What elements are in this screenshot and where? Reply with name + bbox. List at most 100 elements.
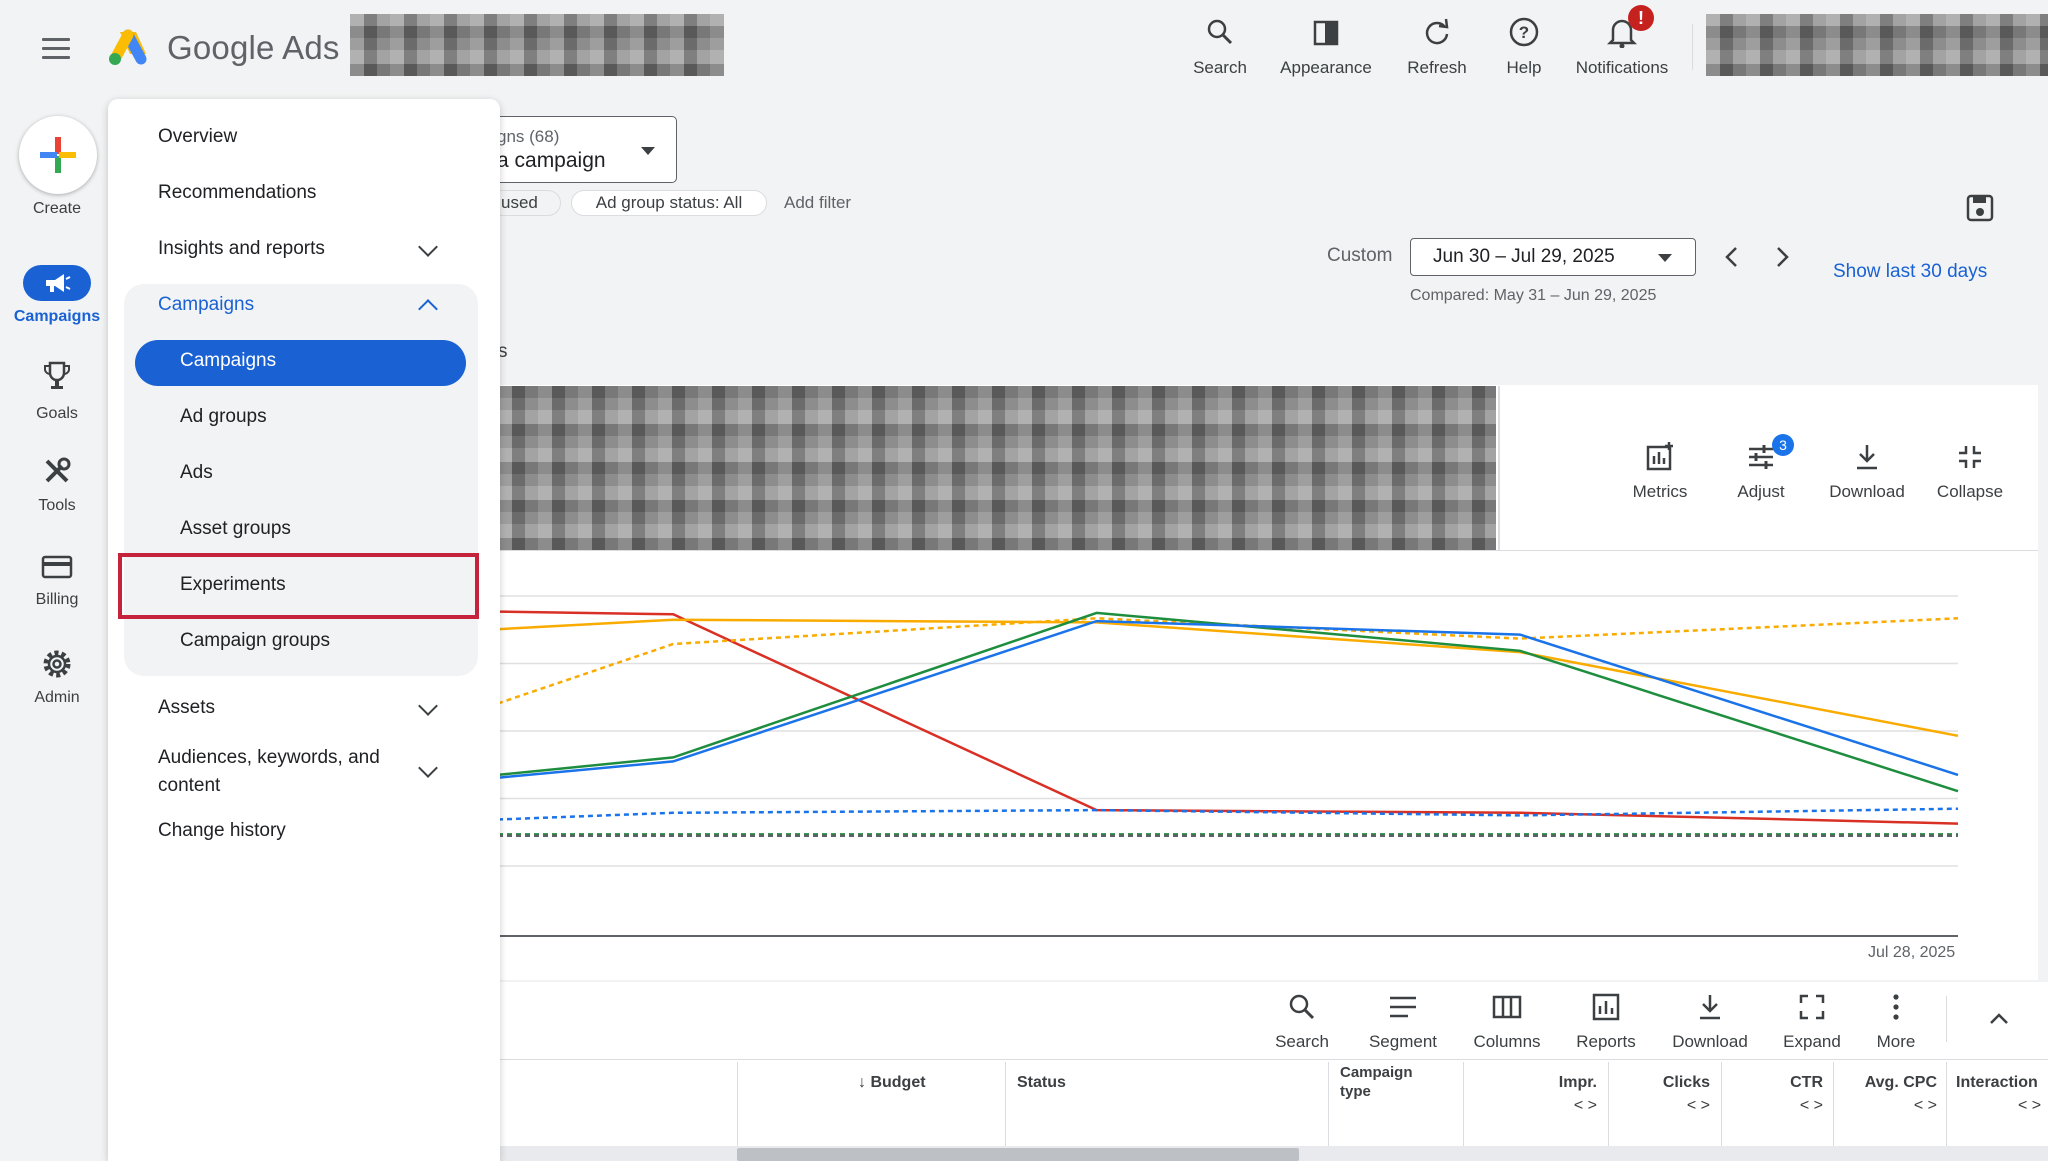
svg-text:?: ? [1519, 23, 1529, 42]
notifications-icon [1566, 14, 1678, 50]
rail-campaigns-label[interactable]: Campaigns [0, 308, 114, 326]
column-header-budget[interactable]: ↓ Budget [858, 1073, 926, 1092]
rail-admin[interactable]: Admin [0, 648, 114, 707]
refresh-label: Refresh [1407, 58, 1467, 77]
menu-item-assets[interactable]: Assets [158, 697, 215, 719]
download-icon [1824, 440, 1910, 474]
column-header-interaction[interactable]: Interaction < > [1956, 1073, 2048, 1115]
gear-icon [43, 650, 71, 678]
add-filter-link[interactable]: Add filter [784, 193, 851, 213]
menu-item-overview[interactable]: Overview [158, 126, 237, 148]
ctr-label: CTR [1790, 1074, 1823, 1091]
table-download-label: Download [1672, 1032, 1748, 1051]
collapse-table-icon[interactable] [1988, 1010, 2010, 1031]
expand-icon [1774, 990, 1850, 1024]
search-icon [1262, 990, 1342, 1024]
more-button[interactable]: More [1866, 990, 1926, 1052]
menu-subitem-ad-groups[interactable]: Ad groups [180, 406, 267, 428]
columns-label: Columns [1473, 1032, 1541, 1051]
rail-billing[interactable]: Billing [0, 554, 114, 609]
table-search-button[interactable]: Search [1262, 990, 1342, 1052]
menu-subitem-campaign-groups[interactable]: Campaign groups [180, 630, 330, 652]
google-ads-logo-icon[interactable] [106, 28, 150, 68]
save-icon[interactable] [1966, 194, 1994, 227]
menu-icon[interactable] [42, 38, 70, 60]
notifications-badge: ! [1628, 5, 1654, 31]
chart-download-label: Download [1829, 482, 1905, 501]
menu-item-insights[interactable]: Insights and reports [158, 238, 325, 260]
notifications-button[interactable]: Notifications [1566, 14, 1678, 78]
rail-campaigns-button[interactable] [23, 265, 91, 301]
notifications-label: Notifications [1575, 58, 1669, 77]
top-search-button[interactable]: Search [1180, 14, 1260, 78]
date-range-picker[interactable]: Jun 30 – Jul 29, 2025 [1410, 238, 1696, 276]
user-account-redacted[interactable] [1706, 14, 2048, 76]
column-header-impr[interactable]: Impr. < > [1475, 1073, 1597, 1115]
segment-label: Segment [1368, 1032, 1438, 1051]
menu-subitem-asset-groups[interactable]: Asset groups [180, 518, 291, 540]
reports-button[interactable]: Reports [1566, 990, 1646, 1052]
filter-chip-ad-group-status[interactable]: Ad group status: All [571, 190, 767, 216]
horizontal-scrollbar-thumb[interactable] [737, 1148, 1299, 1161]
rail-tools[interactable]: Tools [0, 456, 114, 515]
menu-subitem-ads[interactable]: Ads [180, 462, 213, 484]
table-toolbar-divider [498, 1059, 2048, 1060]
filter-chip-ad-group-text: Ad group status: All [595, 193, 743, 212]
segment-icon [1360, 990, 1446, 1024]
create-button[interactable] [19, 116, 97, 194]
menu-item-recommendations[interactable]: Recommendations [158, 182, 316, 204]
segment-button[interactable]: Segment [1360, 990, 1446, 1052]
sort-down-arrow-icon: ↓ [858, 1074, 866, 1091]
billing-card-icon [41, 555, 73, 579]
menu-item-audiences[interactable]: Audiences, keywords, and content [158, 744, 380, 800]
chart-toolbar-divider [1498, 386, 1500, 550]
columns-button[interactable]: Columns [1463, 990, 1551, 1052]
top-bar: Google Ads Search Appearance Refresh ? H… [0, 0, 2048, 100]
chart-x-end-label: Jul 28, 2025 [1868, 944, 1956, 961]
collapse-button[interactable]: Collapse [1930, 440, 2010, 502]
show-last-30-days-link[interactable]: Show last 30 days [1833, 261, 1987, 283]
more-label: More [1876, 1032, 1916, 1051]
performance-line-chart [498, 595, 1959, 937]
compared-range-text: Compared: May 31 – Jun 29, 2025 [1410, 287, 1657, 304]
menu-item-campaigns-group[interactable]: Campaigns [158, 294, 254, 316]
menu-item-change-history[interactable]: Change history [158, 820, 286, 842]
column-header-avg-cpc[interactable]: Avg. CPC < > [1843, 1073, 1937, 1115]
collapse-label: Collapse [1936, 482, 2004, 501]
chart-series-line-4 [498, 619, 1959, 779]
rail-tools-label: Tools [38, 497, 76, 514]
toolbar-divider [1946, 996, 1947, 1042]
chart-download-button[interactable]: Download [1824, 440, 1910, 502]
expand-button[interactable]: Expand [1774, 990, 1850, 1052]
next-period-icon[interactable] [1772, 245, 1792, 274]
chart-summary-redacted [498, 386, 1496, 550]
brand-title: Google Ads [167, 29, 340, 66]
refresh-icon [1394, 14, 1480, 50]
appearance-button[interactable]: Appearance [1272, 14, 1380, 78]
rail-goals[interactable]: Goals [0, 360, 114, 423]
audiences-line2: content [158, 775, 221, 796]
impr-sort-icon: < > [1573, 1097, 1597, 1114]
more-icon [1866, 990, 1926, 1024]
column-header-status[interactable]: Status [1017, 1073, 1066, 1092]
chart-series-line-1 [498, 618, 1959, 738]
rail-admin-label: Admin [34, 689, 80, 706]
impr-label: Impr. [1558, 1074, 1597, 1091]
create-label: Create [32, 200, 82, 217]
column-header-ctr[interactable]: CTR < > [1733, 1073, 1823, 1115]
column-header-campaign-type[interactable]: Campaign type [1340, 1063, 1413, 1101]
adjust-label: Adjust [1737, 482, 1785, 501]
column-header-clicks[interactable]: Clicks < > [1620, 1073, 1710, 1115]
metrics-button[interactable]: Metrics [1620, 440, 1700, 502]
metrics-label: Metrics [1632, 482, 1688, 501]
menu-subitem-campaigns[interactable]: Campaigns [180, 350, 276, 372]
table-download-button[interactable]: Download [1666, 990, 1754, 1052]
help-button[interactable]: ? Help [1496, 14, 1552, 78]
refresh-button[interactable]: Refresh [1394, 14, 1480, 78]
collapse-icon [1930, 440, 2010, 474]
prev-period-icon[interactable] [1722, 245, 1742, 274]
download-icon [1666, 990, 1754, 1024]
trophy-icon [44, 361, 70, 389]
columns-icon [1463, 990, 1551, 1024]
avg-cpc-sort-icon: < > [1913, 1097, 1937, 1114]
